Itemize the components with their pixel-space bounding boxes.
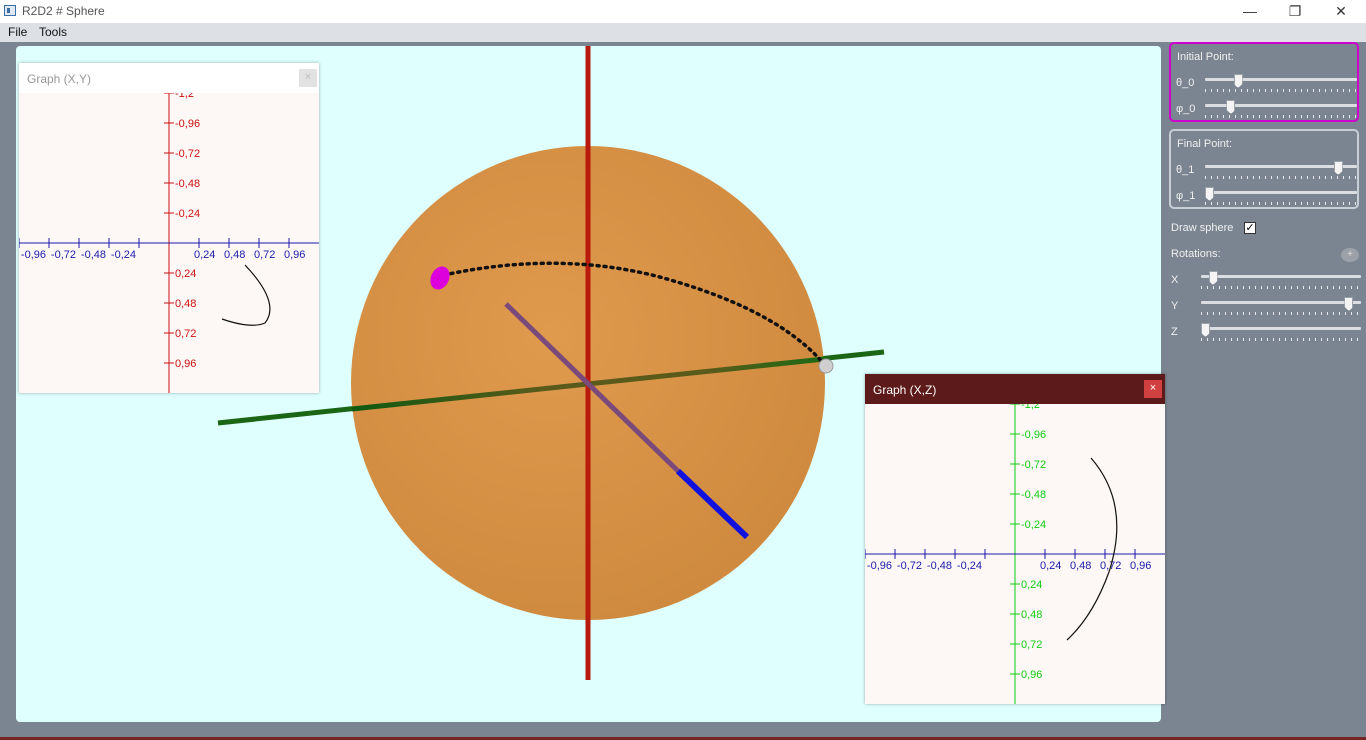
graph-xy-y-tick-label: -0,96 — [175, 118, 200, 130]
graph-xz-y-tick-label: 0,24 — [1021, 579, 1042, 591]
graph-xz-x-tick-label: 0,24 — [1040, 560, 1061, 572]
slider-track — [1205, 78, 1357, 81]
slider-track — [1205, 191, 1357, 194]
initial-point-label: Initial Point: — [1177, 51, 1234, 63]
graph-xz-window[interactable]: Graph (X,Z) × 0,96 0,72 0,48 0,24 -0,24 -0,48… — [865, 374, 1165, 704]
slider-track — [1201, 327, 1361, 330]
graph-xz-title: Graph (X,Z) — [873, 383, 937, 397]
graph-xy-header[interactable]: Graph (X,Y) × — [19, 63, 319, 93]
graph-xz-x-tick-label: -0,24 — [957, 560, 982, 572]
draw-sphere-checkbox[interactable]: ✓ — [1244, 222, 1256, 234]
slider-thumb[interactable] — [1233, 74, 1243, 88]
graph-xy-y-tick-label: -0,48 — [175, 178, 200, 190]
draw-sphere-label: Draw sphere — [1171, 222, 1234, 234]
initial-point-group: Initial Point: θ_0 φ_0 — [1169, 42, 1359, 122]
menu-file[interactable]: File — [8, 25, 27, 39]
graph-xz-x-tick-label: -0,96 — [867, 560, 892, 572]
menu-bar: File Tools — [0, 23, 1366, 42]
slider-thumb[interactable] — [1333, 161, 1343, 175]
minimize-icon[interactable]: — — [1227, 0, 1273, 23]
graph-xy-x-tick-label: -0,72 — [51, 249, 76, 261]
graph-xz-header[interactable]: Graph (X,Z) × — [865, 374, 1165, 404]
phi1-label: φ_1 — [1176, 190, 1196, 202]
slider-track — [1201, 301, 1361, 304]
slider-thumb[interactable] — [1226, 100, 1236, 114]
rotation-y-slider[interactable] — [1201, 297, 1361, 317]
graph-xy-title: Graph (X,Y) — [27, 72, 92, 86]
theta1-slider[interactable] — [1205, 161, 1357, 181]
slider-ticks — [1205, 115, 1357, 118]
graph-xz-y-tick-label: 0,48 — [1021, 609, 1042, 621]
graph-xz-x-tick-label: 0,96 — [1130, 560, 1151, 572]
title-bar: R2D2 # Sphere — ❐ ✕ — [0, 0, 1366, 23]
graph-xz-y-tick-label: -0,48 — [1021, 489, 1046, 501]
graph-xz-y-tick-label: 0,96 — [1021, 669, 1042, 681]
rotation-z-slider[interactable] — [1201, 323, 1361, 343]
menu-tools[interactable]: Tools — [39, 25, 67, 39]
graph-xy-y-tick-label: 0,72 — [175, 328, 196, 340]
graph-xz-y-tick-label: -0,24 — [1021, 519, 1046, 531]
slider-thumb[interactable] — [1201, 323, 1210, 337]
graph-xz-y-tick-label: -1,2 — [1021, 404, 1040, 411]
graph-xy-window[interactable]: Graph (X,Y) × 0,96 0,72 0,48 0,24 -0,24 -0,48… — [19, 63, 319, 393]
slider-ticks — [1205, 202, 1357, 205]
graph-xy-close-button[interactable]: × — [299, 69, 317, 87]
graph-xz-x-tick-label: -0,48 — [927, 560, 952, 572]
close-icon[interactable]: ✕ — [1318, 0, 1364, 23]
graph-xy-plot: 0,96 0,72 0,48 0,24 -0,24 -0,48 -0,72 -0,96 -1,2… — [19, 93, 319, 393]
graph-xz-plot: 0,96 0,72 0,48 0,24 -0,24 -0,48 -0,72 -0,96 -1,2… — [865, 404, 1165, 704]
graph-xy-x-tick-label: 0,48 — [224, 249, 245, 261]
graph-xz-curve — [1066, 457, 1118, 641]
graph-xy-y-tick-label: 0,24 — [175, 268, 196, 280]
phi0-label: φ_0 — [1176, 103, 1196, 115]
final-point-group: Final Point: θ_1 φ_1 — [1169, 129, 1359, 209]
slider-track — [1201, 275, 1361, 278]
slider-ticks — [1201, 286, 1361, 289]
graph-xz-y-tick-label: -0,72 — [1021, 459, 1046, 471]
slider-thumb[interactable] — [1208, 271, 1218, 285]
graph-xy-y-tick-label: -1,2 — [175, 93, 194, 100]
slider-thumb[interactable] — [1205, 187, 1214, 201]
slider-ticks — [1205, 89, 1357, 92]
rotation-z-label: Z — [1171, 326, 1178, 338]
phi1-slider[interactable] — [1205, 187, 1357, 207]
slider-ticks — [1201, 338, 1361, 341]
graph-xy-x-tick-label: -0,48 — [81, 249, 106, 261]
graph-xy-curve — [221, 264, 271, 326]
graph-xy-y-tick-label: 0,48 — [175, 298, 196, 310]
graph-xy-x-tick-label: -0,96 — [21, 249, 46, 261]
slider-ticks — [1201, 312, 1361, 315]
phi0-slider[interactable] — [1205, 100, 1357, 120]
slider-thumb[interactable] — [1344, 297, 1354, 311]
graph-xy-x-tick-label: 0,24 — [194, 249, 215, 261]
theta1-label: θ_1 — [1176, 164, 1195, 176]
graph-xz-close-button[interactable]: × — [1144, 380, 1162, 398]
rotation-x-slider[interactable] — [1201, 271, 1361, 291]
theta0-slider[interactable] — [1205, 74, 1357, 94]
end-point-marker — [818, 358, 834, 374]
theta0-label: θ_0 — [1176, 77, 1195, 89]
graph-xy-x-tick-label: 0,72 — [254, 249, 275, 261]
app-icon — [4, 5, 16, 16]
rotations-label: Rotations: — [1171, 248, 1221, 260]
graph-xz-y-tick-label: -0,96 — [1021, 429, 1046, 441]
add-rotation-button[interactable]: + — [1341, 248, 1359, 262]
graph-xz-x-tick-label: -0,72 — [897, 560, 922, 572]
graph-xy-y-tick-label: -0,72 — [175, 148, 200, 160]
graph-xy-y-tick-label: 0,96 — [175, 358, 196, 370]
restore-icon[interactable]: ❐ — [1272, 0, 1318, 23]
graph-xy-x-tick-label: 0,96 — [284, 249, 305, 261]
graph-xy-x-tick-label: -0,24 — [111, 249, 136, 261]
final-point-label: Final Point: — [1177, 138, 1233, 150]
rotation-x-label: X — [1171, 274, 1179, 286]
rotation-y-label: Y — [1171, 300, 1179, 312]
graph-xy-y-tick-label: -0,24 — [175, 208, 200, 220]
slider-ticks — [1205, 176, 1357, 179]
graph-xz-y-tick-label: 0,72 — [1021, 639, 1042, 651]
control-panel: Initial Point: θ_0 φ_0 Final Point: θ_1 … — [1165, 42, 1366, 740]
graph-xz-x-tick-label: 0,48 — [1070, 560, 1091, 572]
window-title: R2D2 # Sphere — [22, 4, 105, 18]
